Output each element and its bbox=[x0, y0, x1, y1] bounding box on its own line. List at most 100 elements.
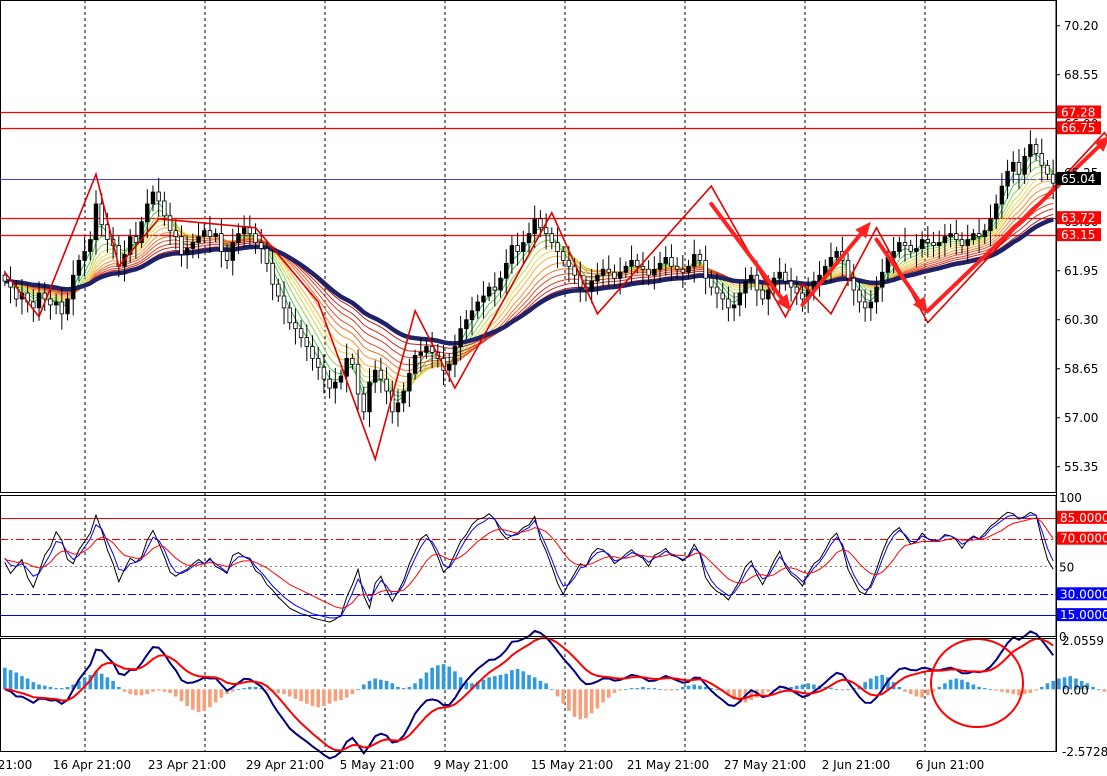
macd-bar-139 bbox=[794, 685, 799, 690]
macd-bar-5 bbox=[31, 682, 36, 690]
macd-bar-78 bbox=[447, 666, 452, 690]
macd-bar-89 bbox=[510, 670, 514, 690]
candle-body-63 bbox=[361, 393, 366, 413]
macd-bar-166 bbox=[948, 679, 953, 690]
macd-bar-159 bbox=[908, 689, 913, 695]
candle-body-122 bbox=[697, 254, 703, 261]
macd-bar-55 bbox=[316, 689, 320, 708]
candle-body-81 bbox=[464, 319, 469, 330]
price-tick-label: 60.30 bbox=[1064, 313, 1098, 327]
macd-bar-6 bbox=[37, 684, 41, 690]
osc-level-tag: 15.0000 bbox=[1060, 608, 1107, 622]
time-tick-label: 27 May 21:00 bbox=[724, 758, 806, 772]
candle-body-80 bbox=[458, 328, 463, 347]
macd-bar-96 bbox=[549, 689, 554, 691]
candle-body-25 bbox=[145, 203, 150, 223]
candle-body-67 bbox=[384, 378, 389, 392]
macd-bar-26 bbox=[151, 689, 155, 692]
candle-body-6 bbox=[36, 292, 42, 309]
candle-body-23 bbox=[133, 236, 139, 243]
candle-body-88 bbox=[504, 262, 509, 279]
macd-bar-104 bbox=[595, 689, 600, 709]
macd-bar-61 bbox=[350, 689, 355, 695]
macd-bar-99 bbox=[567, 689, 571, 711]
candle-body-29 bbox=[167, 215, 173, 232]
candle-body-114 bbox=[652, 268, 657, 276]
macd-bar-102 bbox=[584, 689, 588, 719]
candle-body-151 bbox=[862, 301, 868, 309]
macd-bar-164 bbox=[937, 686, 942, 690]
candle-body-94 bbox=[538, 218, 543, 229]
candle-body-177 bbox=[1011, 161, 1016, 172]
macd-bar-162 bbox=[926, 689, 930, 696]
macd-bar-71 bbox=[407, 686, 412, 690]
macd-bar-134 bbox=[766, 689, 771, 692]
macd-bar-62 bbox=[356, 689, 360, 691]
macd-bar-152 bbox=[869, 678, 873, 690]
candle-body-60 bbox=[344, 357, 349, 377]
candle-body-91 bbox=[521, 242, 526, 252]
time-tick-label: 5 May 21:00 bbox=[340, 758, 415, 772]
candle-body-72 bbox=[412, 354, 418, 374]
macd-bar-37 bbox=[213, 689, 218, 703]
macd-bar-21 bbox=[122, 689, 127, 692]
candle-body-165 bbox=[942, 236, 948, 243]
candle-body-138 bbox=[788, 280, 794, 288]
candle-body-148 bbox=[845, 259, 851, 279]
macd-bar-106 bbox=[606, 689, 611, 698]
price-tick-label: 55.35 bbox=[1064, 460, 1098, 474]
macd-bar-193 bbox=[1102, 689, 1107, 692]
time-tick-label: 29 Apr 21:00 bbox=[246, 758, 324, 772]
time-tick-label: 9 May 21:00 bbox=[434, 758, 509, 772]
macd-bar-114 bbox=[652, 688, 657, 690]
macd-bar-125 bbox=[715, 689, 719, 691]
candle-body-162 bbox=[925, 239, 931, 243]
candle-body-113 bbox=[646, 268, 651, 276]
macd-bar-141 bbox=[806, 683, 810, 690]
candle-body-172 bbox=[982, 230, 987, 238]
macd-bar-53 bbox=[305, 689, 309, 704]
price-tick-label: 58.65 bbox=[1064, 362, 1098, 376]
candle-body-64 bbox=[367, 381, 372, 413]
candle-body-14 bbox=[82, 251, 87, 261]
candle-body-95 bbox=[543, 227, 549, 235]
candle-body-134 bbox=[766, 289, 771, 300]
candle-body-168 bbox=[959, 239, 965, 246]
candle-body-97 bbox=[555, 242, 560, 252]
candle-body-85 bbox=[486, 286, 492, 297]
macd-bar-41 bbox=[236, 689, 241, 691]
candle-body-129 bbox=[737, 292, 742, 306]
candle-body-27 bbox=[156, 191, 161, 202]
macd-bar-101 bbox=[578, 689, 583, 720]
macd-bar-1 bbox=[8, 670, 13, 690]
macd-bar-157 bbox=[897, 686, 902, 690]
macd-bar-34 bbox=[196, 689, 201, 713]
candle-body-32 bbox=[184, 248, 190, 255]
osc-level-tag: 85.0000 bbox=[1060, 511, 1107, 525]
macd-bar-97 bbox=[555, 689, 560, 697]
candle-body-57 bbox=[327, 378, 332, 389]
macd-bar-120 bbox=[686, 685, 691, 690]
macd-bar-68 bbox=[390, 683, 395, 690]
candle-body-133 bbox=[760, 289, 765, 300]
macd-bar-176 bbox=[1005, 689, 1010, 693]
candle-body-171 bbox=[976, 233, 982, 238]
macd-bar-167 bbox=[954, 678, 959, 690]
candle-body-9 bbox=[53, 301, 59, 306]
macd-bar-142 bbox=[812, 684, 816, 690]
macd-bar-19 bbox=[111, 680, 115, 690]
macd-tick-label: 2.0559 bbox=[1062, 634, 1104, 648]
candle-body-157 bbox=[897, 242, 902, 252]
macd-bar-57 bbox=[327, 689, 332, 704]
candle-body-87 bbox=[498, 277, 503, 291]
candle-body-117 bbox=[669, 256, 674, 267]
macd-bar-36 bbox=[208, 689, 212, 708]
candle-body-62 bbox=[355, 363, 361, 395]
macd-bar-169 bbox=[965, 682, 970, 690]
candle-body-182 bbox=[1039, 153, 1044, 166]
candle-body-130 bbox=[743, 280, 748, 294]
macd-bar-42 bbox=[242, 688, 246, 690]
candle-body-49 bbox=[281, 295, 287, 309]
macd-bar-91 bbox=[521, 671, 526, 690]
macd-bar-64 bbox=[367, 680, 372, 690]
